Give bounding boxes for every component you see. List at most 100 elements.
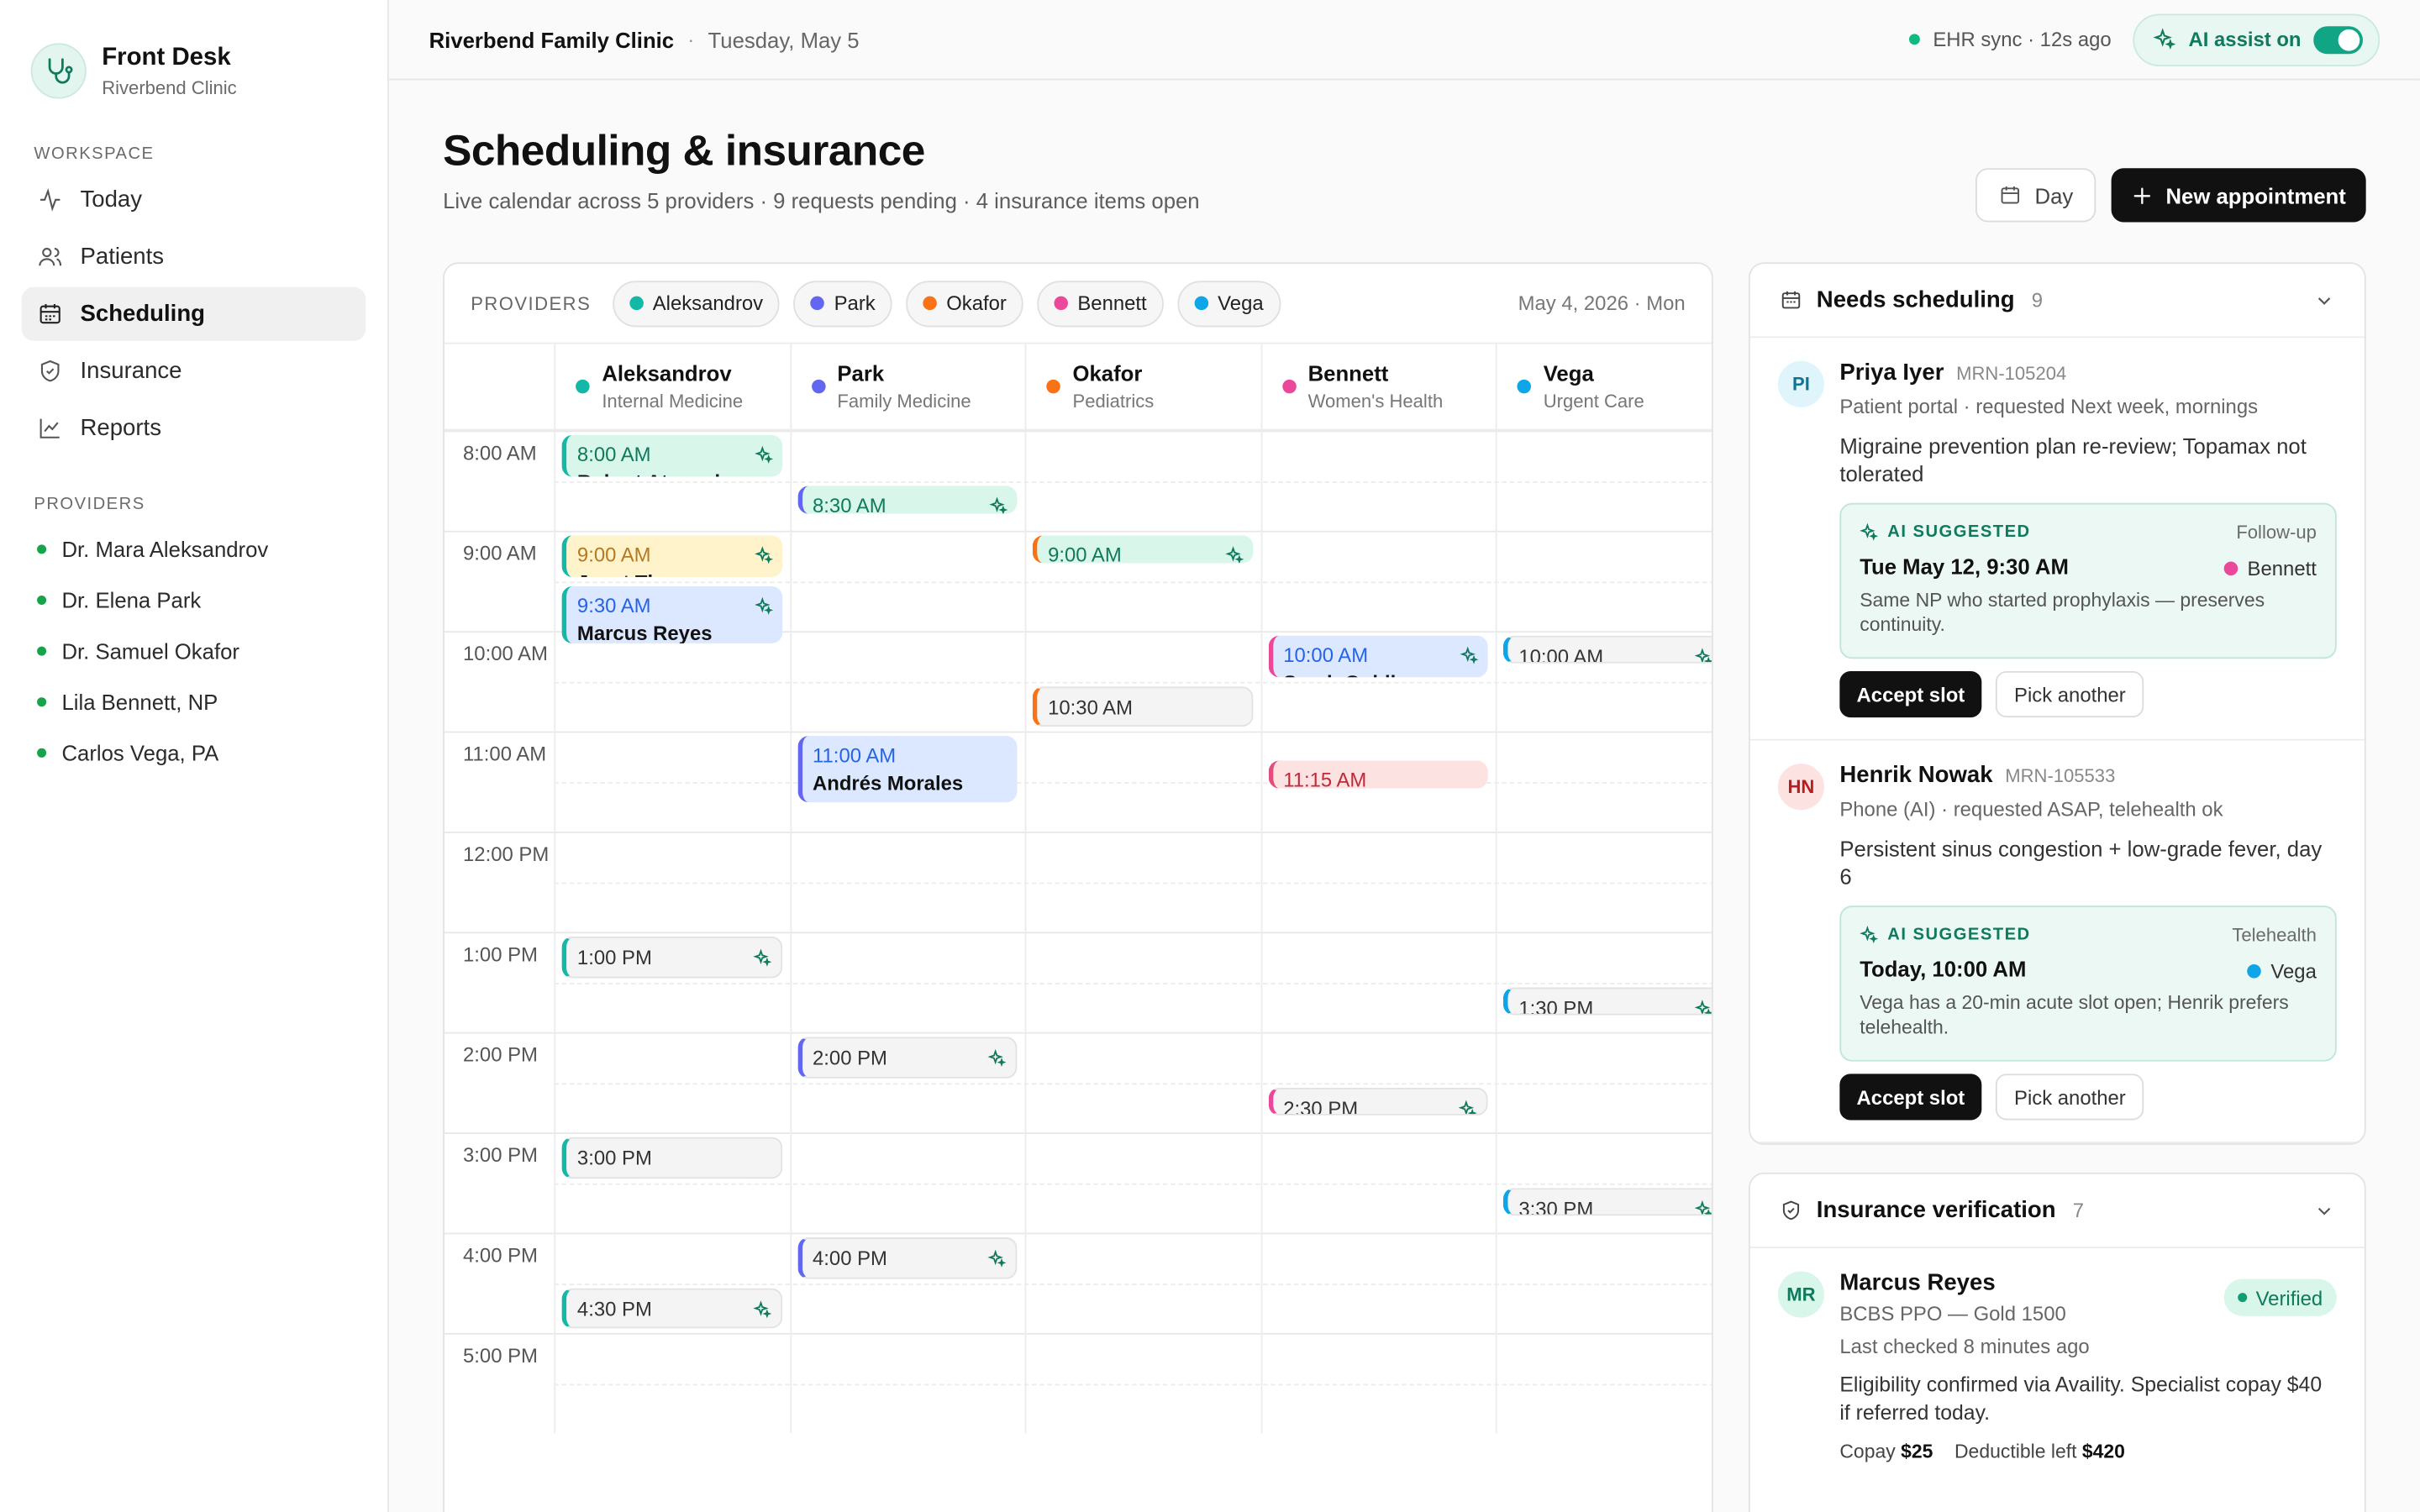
- provider-color-dot: [811, 296, 825, 311]
- sidebar-nav: Today Patients Scheduling Insurance Repo…: [21, 173, 366, 455]
- suggestion-provider: Bennett: [2224, 557, 2317, 580]
- half-hour-line: [554, 680, 1712, 683]
- appointment-block[interactable]: 8:00 AM Robert Atwood: [561, 434, 782, 476]
- provider-chip-aleksandrov[interactable]: Aleksandrov: [612, 280, 781, 327]
- appointment-block[interactable]: 3:00 PM DeShawn Carter: [561, 1137, 782, 1179]
- appointment-patient: Nnaji Adewumi: [813, 1074, 1016, 1076]
- half-hour-line: [554, 881, 1712, 884]
- sidebar-provider[interactable]: Dr. Samuel Okafor: [22, 625, 366, 676]
- time-gutter-header: [444, 344, 555, 431]
- sidebar-provider[interactable]: Carlos Vega, PA: [22, 727, 366, 778]
- pick-another-button[interactable]: Pick another: [1995, 670, 2144, 718]
- hour-label: 4:00 PM: [463, 1243, 538, 1267]
- column-divider: [789, 430, 792, 1434]
- provider-name: Lila Bennett, NP: [61, 689, 218, 714]
- appointment-block[interactable]: 9:00 AM: [1032, 535, 1253, 564]
- patient-name[interactable]: Henrik Nowak: [1839, 762, 1992, 788]
- provider-column-header[interactable]: Okafor Pediatrics: [1024, 344, 1260, 431]
- appointment-block[interactable]: 1:00 PM Rosa Villanueva: [561, 936, 782, 978]
- sidebar-provider[interactable]: Lila Bennett, NP: [22, 675, 366, 727]
- appointment-block[interactable]: 10:00 AM Sarah Goldberg: [1267, 635, 1488, 677]
- stethoscope-icon: [30, 43, 87, 99]
- appointment-time: 10:00 AM: [1518, 644, 1604, 664]
- toggle-switch[interactable]: [2313, 25, 2363, 54]
- half-hour-line: [554, 480, 1712, 482]
- accept-slot-button[interactable]: Accept slot: [1839, 1074, 1982, 1121]
- appointment-block[interactable]: 4:00 PM Tomas Larsen: [797, 1237, 1018, 1278]
- sparkle-icon: [1693, 647, 1712, 662]
- chevron-down-icon[interactable]: [2313, 1200, 2335, 1221]
- provider-column-header[interactable]: Aleksandrov Internal Medicine: [554, 344, 790, 431]
- panel-count: 9: [2031, 288, 2044, 312]
- sparkle-icon: [1693, 997, 1712, 1013]
- patient-name[interactable]: Priya Iyer: [1839, 360, 1944, 386]
- provider-column-header[interactable]: Bennett Women's Health: [1260, 344, 1496, 431]
- status-dot: [37, 543, 47, 554]
- provider-color-dot: [923, 296, 938, 311]
- appointment-time: 10:30 AM: [1048, 695, 1134, 718]
- sidebar-provider[interactable]: Dr. Elena Park: [22, 574, 366, 625]
- sidebar-provider[interactable]: Dr. Mara Aleksandrov: [22, 523, 366, 575]
- appointment-block[interactable]: 11:15 AM: [1267, 760, 1488, 790]
- appointment-block[interactable]: 10:00 AM: [1502, 635, 1712, 664]
- appointment-block[interactable]: 4:30 PM Hannah Lieberman: [561, 1287, 782, 1329]
- sidebar-item-patients[interactable]: Patients: [22, 230, 366, 284]
- sidebar-item-today[interactable]: Today: [22, 173, 366, 227]
- sparkle-icon: [752, 1299, 771, 1318]
- insurance-item: MR Marcus Reyes BCBS PPO — Gold 1500 Las…: [1750, 1248, 2365, 1462]
- needs-scheduling-panel: Needs scheduling 9 PI Priya Iyer MRN-1052…: [1748, 262, 2366, 1145]
- users-icon: [39, 248, 62, 266]
- new-appointment-button[interactable]: New appointment: [2112, 168, 2366, 223]
- request-meta: Phone (AI) · requested ASAP, telehealth …: [1839, 797, 2223, 822]
- sparkle-icon: [754, 444, 773, 464]
- appointment-time: 9:30 AM: [576, 593, 651, 617]
- hour-label: 5:00 PM: [463, 1343, 538, 1368]
- sync-dot: [1909, 34, 1921, 45]
- appointment-patient: Tomas Larsen: [813, 1274, 1016, 1277]
- suggestion-label: AI SUGGESTED: [1887, 522, 2031, 542]
- eligibility-note: Eligibility confirmed via Availity. Spec…: [1839, 1373, 2323, 1425]
- provider-color-dot: [629, 296, 644, 311]
- appointment-block[interactable]: 11:00 AM Andrés Morales: [797, 736, 1018, 802]
- appointment-time: 2:00 PM: [813, 1046, 887, 1069]
- appointment-time: 3:30 PM: [1518, 1196, 1594, 1215]
- provider-column-header[interactable]: Vega Urgent Care: [1495, 344, 1712, 431]
- provider-chip-park[interactable]: Park: [793, 280, 892, 327]
- panel-header[interactable]: Needs scheduling 9: [1749, 264, 2365, 339]
- provider-name: Bennett: [2247, 557, 2317, 580]
- sidebar-item-reports[interactable]: Reports: [22, 402, 366, 455]
- appointment-block[interactable]: 2:30 PM: [1267, 1086, 1488, 1116]
- panel-header[interactable]: Insurance verification 7: [1749, 1174, 2365, 1248]
- appointment-block[interactable]: 2:00 PM Nnaji Adewumi: [797, 1037, 1018, 1078]
- sync-text: EHR sync · 12s ago: [1933, 28, 2112, 51]
- provider-chip-vega[interactable]: Vega: [1177, 280, 1281, 327]
- provider-chip-bennett[interactable]: Bennett: [1037, 280, 1164, 327]
- brand: Front Desk Riverbend Clinic: [22, 0, 366, 142]
- ai-assist-toggle[interactable]: AI assist on: [2133, 13, 2381, 66]
- avatar: HN: [1777, 764, 1824, 811]
- appointment-block[interactable]: 9:00 AM Janet Thompson: [561, 535, 782, 577]
- appointment-time: 8:00 AM: [576, 443, 651, 466]
- provider-color-dot: [1281, 379, 1296, 394]
- provider-column-header[interactable]: Park Family Medicine: [789, 344, 1025, 431]
- sparkle-icon: [754, 544, 773, 564]
- appointment-time: 10:00 AM: [1283, 643, 1369, 667]
- appointment-block[interactable]: 3:30 PM: [1502, 1187, 1712, 1215]
- suggestion-provider: Vega: [2247, 959, 2317, 983]
- appointment-block[interactable]: 8:30 AM: [797, 485, 1018, 513]
- half-hour-line: [554, 781, 1712, 784]
- chevron-down-icon[interactable]: [2313, 289, 2335, 311]
- accept-slot-button[interactable]: Accept slot: [1839, 670, 1982, 718]
- sidebar-item-insurance[interactable]: Insurance: [22, 344, 366, 398]
- ehr-sync-status: EHR sync · 12s ago: [1909, 28, 2112, 51]
- appointment-block[interactable]: 10:30 AM Mei-Lin Zhao: [1032, 685, 1253, 727]
- calendar-date: May 4, 2026 · Mon: [1518, 291, 1686, 315]
- provider-chip-okafor[interactable]: Okafor: [906, 280, 1024, 327]
- pick-another-button[interactable]: Pick another: [1995, 1074, 2144, 1121]
- appointment-block[interactable]: 9:30 AM Marcus Reyes: [561, 585, 782, 643]
- day-view-button[interactable]: Day: [1975, 168, 2096, 223]
- provider-specialty: Women's Health: [1307, 390, 1444, 412]
- sidebar-item-scheduling[interactable]: Scheduling: [21, 286, 366, 341]
- appointment-block[interactable]: 1:30 PM: [1502, 986, 1712, 1015]
- day-view-label: Day: [2034, 182, 2074, 208]
